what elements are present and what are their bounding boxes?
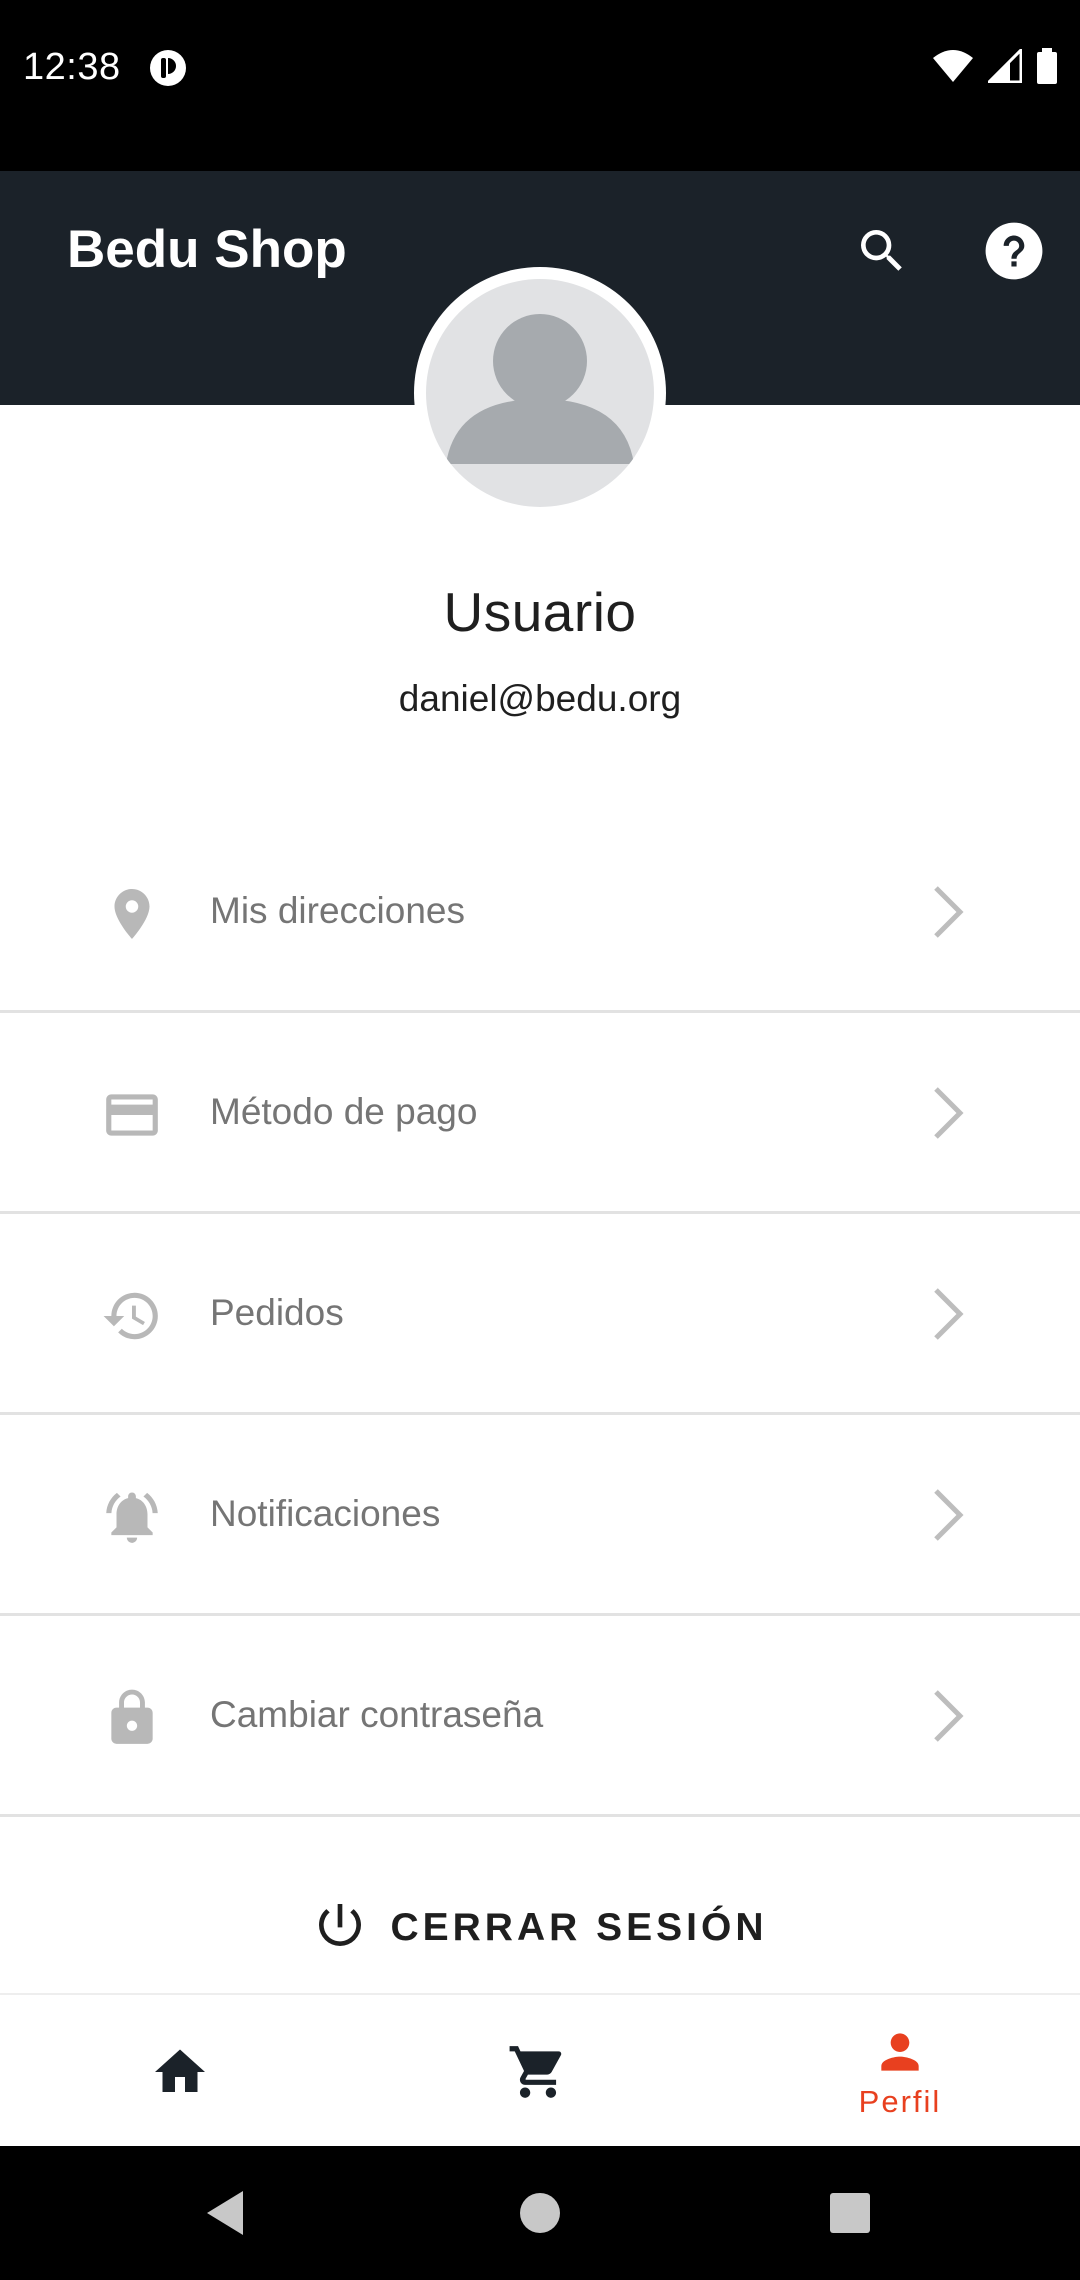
app-notification-icon	[148, 48, 188, 88]
battery-icon	[1036, 47, 1058, 89]
wifi-icon	[932, 49, 974, 88]
logout-button[interactable]: CERRAR SESIÓN	[0, 1870, 1080, 1985]
help-icon	[985, 222, 1043, 280]
chevron-right-icon	[920, 1487, 976, 1543]
user-name: Usuario	[443, 581, 637, 643]
status-icons	[932, 45, 1058, 89]
menu-item-label: Método de pago	[210, 1091, 478, 1132]
status-time: 12:38	[23, 46, 121, 88]
system-navigation-bar	[0, 2146, 1080, 2280]
back-icon	[207, 2191, 243, 2235]
user-email: daniel@bedu.org	[398, 678, 682, 719]
menu-item-payment[interactable]: Método de pago	[0, 1013, 1080, 1214]
avatar[interactable]	[414, 267, 666, 519]
status-bar: 12:38	[0, 0, 1080, 171]
location-pin-icon	[100, 882, 164, 946]
menu-item-label: Mis direcciones	[210, 890, 465, 931]
bell-icon	[100, 1485, 164, 1549]
home-icon	[155, 2049, 205, 2092]
home-circle-icon	[520, 2193, 560, 2233]
app-title: Bedu Shop	[67, 220, 347, 279]
menu-item-addresses[interactable]: Mis direcciones	[0, 812, 1080, 1013]
search-button[interactable]	[846, 215, 918, 287]
nav-profile[interactable]: Perfil	[830, 1995, 970, 2148]
person-icon	[881, 2032, 919, 2071]
profile-menu: Mis direcciones Método de pago Pedidos N…	[0, 812, 1080, 1817]
menu-item-label: Pedidos	[210, 1292, 344, 1333]
nav-home[interactable]	[120, 1995, 240, 2148]
nav-profile-label: Perfil	[858, 2083, 942, 2119]
search-icon	[861, 230, 902, 271]
chevron-right-icon	[920, 1085, 976, 1141]
system-back-button[interactable]	[193, 2181, 257, 2245]
menu-item-change-password[interactable]: Cambiar contraseña	[0, 1616, 1080, 1817]
credit-card-icon	[100, 1083, 164, 1147]
menu-item-label: Cambiar contraseña	[210, 1694, 544, 1735]
logout-label: CERRAR SESIÓN	[390, 1905, 768, 1949]
cart-icon	[509, 2045, 562, 2098]
cellular-icon	[985, 45, 1023, 88]
menu-item-notifications[interactable]: Notificaciones	[0, 1415, 1080, 1616]
power-icon	[312, 1897, 368, 1958]
bottom-navigation: Perfil	[0, 1993, 1080, 2146]
menu-item-label: Notificaciones	[210, 1493, 441, 1534]
lock-icon	[100, 1686, 164, 1750]
recents-icon	[830, 2193, 870, 2233]
person-silhouette-icon	[446, 314, 634, 464]
history-icon	[100, 1284, 164, 1348]
menu-item-orders[interactable]: Pedidos	[0, 1214, 1080, 1415]
avatar-placeholder	[426, 279, 654, 507]
nav-cart[interactable]	[478, 1995, 598, 2148]
chevron-right-icon	[920, 1688, 976, 1744]
help-button[interactable]	[978, 215, 1050, 287]
chevron-right-icon	[920, 884, 976, 940]
system-recents-button[interactable]	[818, 2181, 882, 2245]
chevron-right-icon	[920, 1286, 976, 1342]
system-home-button[interactable]	[508, 2181, 572, 2245]
